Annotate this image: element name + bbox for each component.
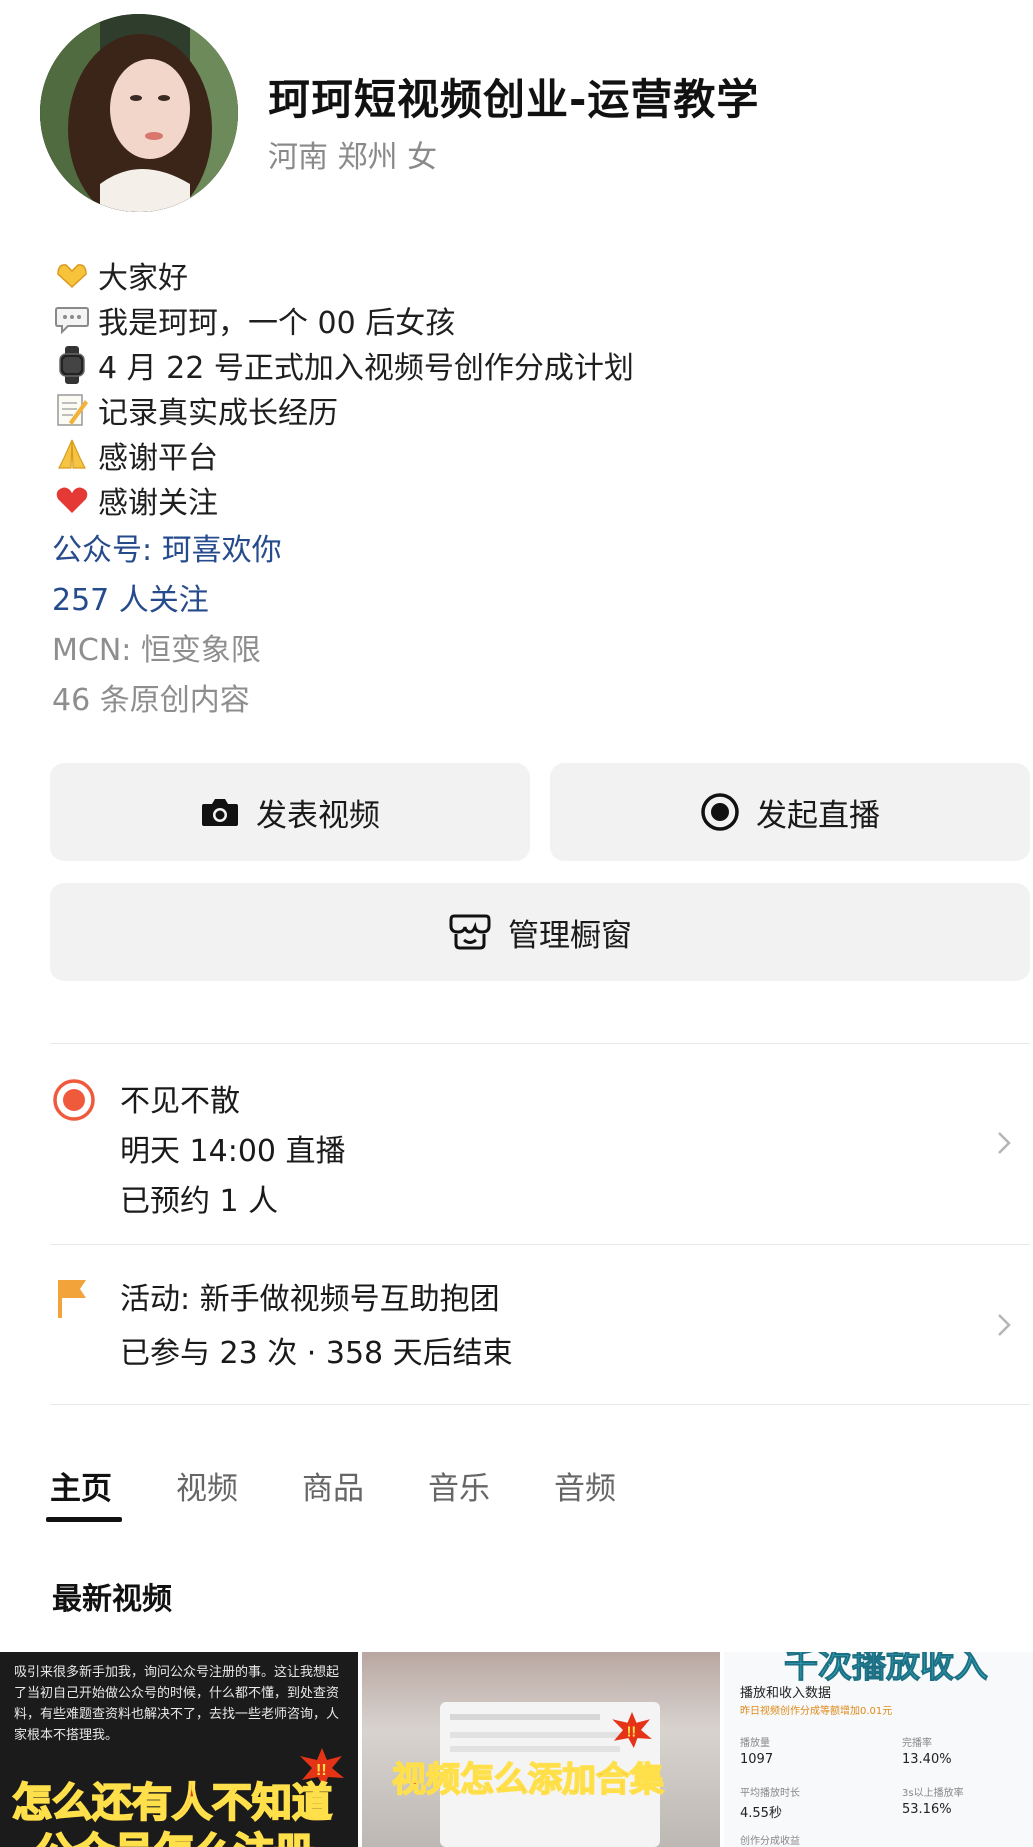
profile-location: 河南 郑州 女 <box>268 140 438 175</box>
manage-shop-button[interactable]: 管理橱窗 <box>50 883 1030 981</box>
bio-line: 我是珂珂，一个 00 后女孩 <box>52 297 992 342</box>
stat-value: 1097 <box>740 1752 774 1767</box>
live-reservation-row[interactable]: 不见不散 明天 14:00 直播 已预约 1 人 <box>50 1068 1030 1248</box>
heart-hands-icon <box>52 255 92 295</box>
bio-line: 感谢关注 <box>52 477 992 522</box>
red-heart-icon <box>52 480 92 520</box>
activity-title: 活动: 新手做视频号互助抱团 <box>120 1282 500 1317</box>
video-thumbnail[interactable]: !! 视频怎么添加合集 <box>362 1652 720 1847</box>
stat-label: 3s以上播放率 <box>902 1788 964 1799</box>
tab-videos[interactable]: 视频 <box>176 1463 238 1508</box>
chevron-right-icon <box>996 1312 1012 1342</box>
divider <box>50 1404 1030 1405</box>
original-count: 46 条原创内容 <box>52 683 250 718</box>
stat-label: 播放量 <box>740 1738 770 1749</box>
video-thumbnail-row: 吸引来很多新手加我，询问公众号注册的事。这让我想起了当初自己开始做公众号的时候，… <box>0 1652 1033 1847</box>
memo-icon <box>52 390 92 430</box>
stat-label: 平均播放时长 <box>740 1788 800 1799</box>
stat-label: 完播率 <box>902 1738 932 1749</box>
bio-section: 大家好 我是珂珂，一个 00 后女孩 4 月 22 号正式加入视频号创作分成计划… <box>52 252 992 722</box>
speech-bubble-icon <box>52 300 92 340</box>
bio-line: 感谢平台 <box>52 432 992 477</box>
stat-value: 4.55秒 <box>740 1806 782 1821</box>
video-thumbnail[interactable]: 吸引来很多新手加我，询问公众号注册的事。这让我想起了当初自己开始做公众号的时候，… <box>0 1652 358 1847</box>
live-title: 不见不散 <box>120 1084 240 1119</box>
folded-hands-icon <box>52 435 92 475</box>
avatar[interactable] <box>40 14 238 212</box>
activity-detail: 已参与 23 次 · 358 天后结束 <box>120 1336 513 1371</box>
flag-icon <box>52 1276 92 1324</box>
stat-value: 53.16% <box>902 1802 952 1817</box>
video-thumbnail[interactable]: 千次播放收入 播放和收入数据 昨日视频创作分成等额增加0.01元 播放量 109… <box>724 1652 1033 1847</box>
thumbnail-headline: 视频怎么添加合集 <box>391 1759 665 1801</box>
svg-text:!!: !! <box>627 1724 637 1740</box>
activity-row[interactable]: 活动: 新手做视频号互助抱团 已参与 23 次 · 358 天后结束 <box>50 1268 1030 1398</box>
avatar-photo-icon <box>40 14 238 212</box>
tab-music[interactable]: 音乐 <box>428 1463 490 1508</box>
watch-icon <box>52 345 92 385</box>
live-reserved-count: 已预约 1 人 <box>120 1184 279 1219</box>
chevron-right-icon <box>996 1130 1012 1160</box>
live-record-icon <box>700 792 740 832</box>
tab-home[interactable]: 主页 <box>50 1463 112 1508</box>
start-live-button[interactable]: 发起直播 <box>550 763 1030 861</box>
thumbnail-headline-2: 公众号怎么注册 <box>33 1820 315 1847</box>
official-account-link[interactable]: 公众号: 珂喜欢你 <box>52 522 992 572</box>
post-video-button[interactable]: 发表视频 <box>50 763 530 861</box>
tab-products[interactable]: 商品 <box>302 1463 364 1508</box>
stat-value: 13.40% <box>902 1752 952 1767</box>
bio-line: 大家好 <box>52 252 992 297</box>
profile-name: 珂珂短视频创业-运营教学 <box>268 75 760 124</box>
panel-subtitle: 昨日视频创作分成等额增加0.01元 <box>740 1706 893 1717</box>
thumbnail-caption: 吸引来很多新手加我，询问公众号注册的事。这让我想起了当初自己开始做公众号的时候，… <box>14 1665 340 1743</box>
bio-line: 记录真实成长经历 <box>52 387 992 432</box>
panel-title: 播放和收入数据 <box>740 1686 832 1701</box>
bio-line: 4 月 22 号正式加入视频号创作分成计划 <box>52 342 992 387</box>
live-dot-icon <box>52 1078 96 1126</box>
live-time: 明天 14:00 直播 <box>120 1134 346 1169</box>
divider <box>50 1244 1030 1245</box>
profile-header: 珂珂短视频创业-运营教学 河南 郑州 女 <box>40 14 1000 214</box>
shop-window-icon <box>448 912 492 952</box>
divider <box>50 1043 1030 1044</box>
camera-icon <box>200 796 240 828</box>
panel-footer: 创作分成收益 <box>740 1836 800 1847</box>
mcn-label: MCN: 恒变象限 <box>52 633 261 668</box>
tab-audio[interactable]: 音频 <box>554 1463 616 1508</box>
profile-tabs: 主页 视频 商品 音乐 音频 <box>46 1455 1030 1525</box>
burst-icon: !! <box>612 1712 652 1752</box>
latest-videos-title: 最新视频 <box>52 1582 172 1617</box>
tab-active-indicator <box>46 1517 122 1522</box>
followers-link[interactable]: 257 人关注 <box>52 572 992 622</box>
